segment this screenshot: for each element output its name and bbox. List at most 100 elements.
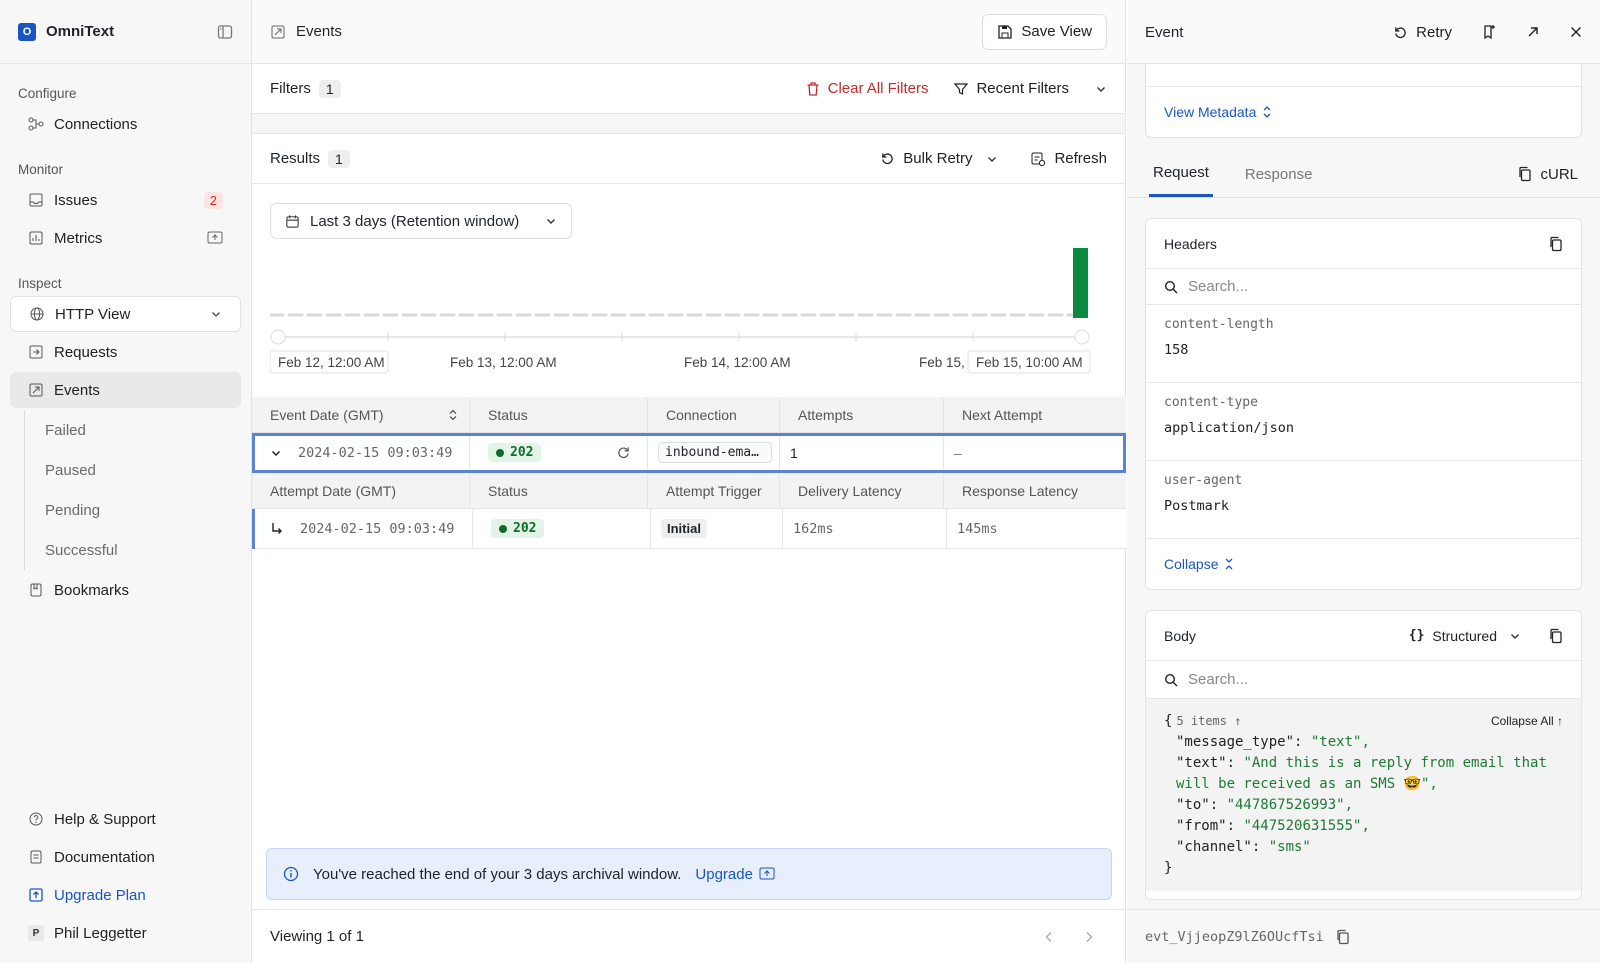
date-range-select[interactable]: Last 3 days (Retention window) xyxy=(270,203,572,239)
requests-icon xyxy=(28,344,44,360)
sidebar: O OmniText Configure Connections Monitor… xyxy=(0,0,252,963)
json-line: "channel": "sms" xyxy=(1176,839,1311,855)
viewing-count: Viewing 1 of 1 xyxy=(270,928,364,945)
nav-events-successful[interactable]: Successful xyxy=(25,530,251,570)
inbox-icon xyxy=(28,192,44,208)
connections-icon xyxy=(28,116,44,132)
attempt-row[interactable]: 2024-02-15 09:03:49 202 Initial 162ms 14… xyxy=(252,509,1129,549)
bulk-retry-button[interactable]: Bulk Retry xyxy=(880,150,998,167)
header-value: application/json xyxy=(1164,420,1295,436)
search-input[interactable]: Search... xyxy=(1188,671,1248,688)
nav-connections-label: Connections xyxy=(54,115,138,133)
range-handle-start[interactable] xyxy=(270,329,286,345)
close-icon[interactable] xyxy=(1570,26,1582,38)
column-header: Next Attempt xyxy=(944,397,1126,433)
nav-events-pending[interactable]: Pending xyxy=(25,490,251,530)
search-icon xyxy=(1164,280,1178,294)
event-id: evt_VjjeopZ9lZ6OUcfTsi xyxy=(1145,928,1324,945)
headers-card: Headers Search... content-length 158 con… xyxy=(1145,218,1582,590)
panel-header-overlay: Event Retry xyxy=(1127,0,1600,64)
attempt-trigger-cell: Initial xyxy=(651,509,783,549)
nav-documentation[interactable]: Documentation xyxy=(10,839,241,875)
http-view-select[interactable]: HTTP View xyxy=(10,296,241,332)
histogram-bar[interactable] xyxy=(1073,248,1088,318)
sort-icon[interactable] xyxy=(449,409,457,421)
next-page-icon[interactable] xyxy=(1084,931,1094,943)
copy-icon[interactable] xyxy=(1549,628,1563,644)
upgrade-icon xyxy=(28,887,44,903)
copy-icon[interactable] xyxy=(1549,236,1563,252)
nav-documentation-label: Documentation xyxy=(54,848,155,866)
refresh-button[interactable]: Refresh xyxy=(1030,150,1107,167)
events-icon xyxy=(270,24,286,40)
column-header[interactable]: Event Date (GMT) xyxy=(252,397,470,433)
tab-request[interactable]: Request xyxy=(1149,151,1213,197)
brand-name[interactable]: OmniText xyxy=(46,23,114,40)
copy-icon[interactable] xyxy=(1336,929,1350,945)
clear-filters-label: Clear All Filters xyxy=(827,80,929,97)
nav-metrics[interactable]: Metrics xyxy=(10,220,241,256)
json-item-count[interactable]: 5 items ↑ xyxy=(1176,711,1241,732)
body-mode-select[interactable]: {} Structured xyxy=(1409,628,1521,644)
copy-curl-button[interactable]: cURL xyxy=(1518,151,1578,197)
page-title: Events xyxy=(296,23,342,40)
table-row[interactable]: 2024-02-15 09:03:49 202 inbound-email 1 … xyxy=(252,433,1126,473)
headers-search[interactable]: Search... xyxy=(1146,269,1581,305)
main-content: Events Save View Filters 1 Clear All Fil… xyxy=(252,0,1129,963)
nav-help[interactable]: Help & Support xyxy=(10,801,241,837)
nav-events-paused[interactable]: Paused xyxy=(25,450,251,490)
nav-requests[interactable]: Requests xyxy=(10,334,241,370)
prev-page-icon[interactable] xyxy=(1044,931,1054,943)
panel-footer: evt_VjjeopZ9lZ6OUcfTsi xyxy=(1127,909,1600,963)
connection-chip[interactable]: inbound-email xyxy=(658,442,772,463)
chevron-down-icon xyxy=(1509,630,1521,642)
open-external-icon[interactable] xyxy=(1526,25,1540,39)
events-histogram[interactable]: Feb 12, 12:00 AM Feb 13, 12:00 AM Feb 14… xyxy=(270,245,1108,385)
save-view-button[interactable]: Save View xyxy=(982,13,1107,50)
retry-icon xyxy=(880,151,895,166)
attempts-cell: 1 xyxy=(780,433,944,473)
http-view-label: HTTP View xyxy=(55,305,131,323)
braces-icon: {} xyxy=(1408,628,1425,643)
retry-icon[interactable] xyxy=(616,445,631,460)
event-detail-panel: Event Retry 202 View Metadata Event Retr… xyxy=(1127,0,1600,963)
attempts-table: Attempt Date (GMT) Status Attempt Trigge… xyxy=(252,473,1126,509)
retry-button[interactable]: Retry xyxy=(1393,24,1452,41)
collapse-headers-link[interactable]: Collapse xyxy=(1164,556,1234,572)
json-line: "from": "447520631555", xyxy=(1176,818,1370,834)
header-key: content-length xyxy=(1164,317,1274,332)
chevron-down-icon[interactable] xyxy=(270,447,282,459)
chevron-down-icon[interactable] xyxy=(1095,83,1107,95)
section-configure: Configure xyxy=(18,85,77,101)
clear-filters-button[interactable]: Clear All Filters xyxy=(806,80,929,97)
recent-filters-button[interactable]: Recent Filters xyxy=(954,80,1069,97)
copy-icon xyxy=(1518,166,1532,182)
tab-response[interactable]: Response xyxy=(1241,151,1317,197)
axis-tick-label: Feb 12, 12:00 AM xyxy=(278,355,385,370)
body-card: Body {} Structured Search... { 5 items ↑… xyxy=(1145,610,1582,900)
axis-tick-label: Feb 13, 12:00 AM xyxy=(450,355,557,370)
nav-bookmarks[interactable]: Bookmarks xyxy=(10,572,241,608)
collapse-all-button[interactable]: Collapse All ↑ xyxy=(1491,711,1563,732)
nav-connections[interactable]: Connections xyxy=(10,106,241,142)
banner-upgrade-link[interactable]: Upgrade xyxy=(695,866,775,883)
search-input[interactable]: Search... xyxy=(1188,278,1248,295)
status-cell: 202 xyxy=(470,433,648,473)
results-label: Results xyxy=(270,150,321,167)
nav-issues-label: Issues xyxy=(54,191,98,209)
range-handle-end[interactable] xyxy=(1074,329,1090,345)
view-metadata-link[interactable]: View Metadata xyxy=(1164,104,1272,120)
column-header: Response Latency xyxy=(944,473,1126,509)
nav-issues[interactable]: Issues 2 xyxy=(10,182,241,218)
user-menu[interactable]: P Phil Leggetter xyxy=(10,915,241,951)
nav-events-failed[interactable]: Failed xyxy=(25,410,251,450)
json-line: "to": "447867526993", xyxy=(1176,797,1354,813)
column-header: Status xyxy=(470,397,648,433)
avatar: P xyxy=(28,925,44,941)
collapse-sidebar-icon[interactable] xyxy=(217,24,233,40)
bulk-retry-label: Bulk Retry xyxy=(903,150,973,167)
body-search[interactable]: Search... xyxy=(1146,661,1581,699)
bookmark-add-icon[interactable] xyxy=(1482,24,1496,40)
nav-upgrade-plan[interactable]: Upgrade Plan xyxy=(10,877,241,913)
nav-events[interactable]: Events xyxy=(10,372,241,408)
